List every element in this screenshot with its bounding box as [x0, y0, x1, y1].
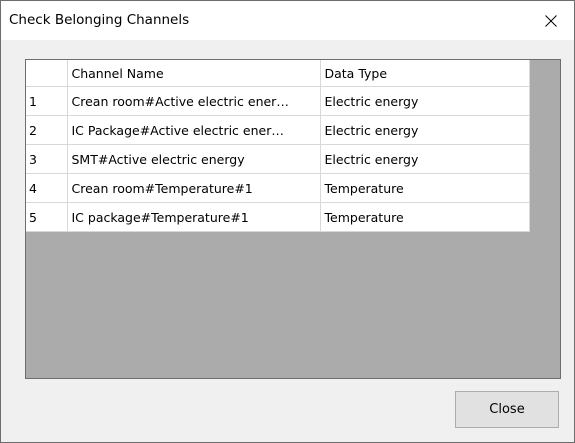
table-row[interactable]: 4 Crean room#Temperature#1 Temperature	[26, 173, 530, 203]
row-index: 3	[26, 144, 68, 174]
close-icon	[545, 14, 557, 27]
table-row[interactable]: 1 Crean room#Active electric ener… Elect…	[26, 86, 530, 116]
channels-grid[interactable]: Channel Name Data Type 1 Crean room#Acti…	[25, 59, 561, 379]
cell-channel-name[interactable]: IC Package#Active electric ener…	[67, 115, 321, 145]
cell-data-type[interactable]: Electric energy	[320, 86, 530, 116]
close-button[interactable]: Close	[455, 391, 559, 428]
title-bar: Check Belonging Channels	[1, 1, 574, 40]
cell-data-type[interactable]: Temperature	[320, 173, 530, 203]
cell-data-type[interactable]: Electric energy	[320, 144, 530, 174]
column-header-index[interactable]	[26, 60, 68, 87]
table-row[interactable]: 5 IC package#Temperature#1 Temperature	[26, 202, 530, 232]
row-index: 1	[26, 86, 68, 116]
row-index: 2	[26, 115, 68, 145]
cell-data-type[interactable]: Electric energy	[320, 115, 530, 145]
window-close-button[interactable]	[528, 1, 574, 40]
cell-channel-name[interactable]: SMT#Active electric energy	[67, 144, 321, 174]
cell-data-type[interactable]: Temperature	[320, 202, 530, 232]
row-index: 4	[26, 173, 68, 203]
table-header-row: Channel Name Data Type	[26, 60, 530, 87]
column-header-channel-name[interactable]: Channel Name	[67, 60, 321, 87]
dialog-title: Check Belonging Channels	[9, 12, 190, 28]
table-row[interactable]: 3 SMT#Active electric energy Electric en…	[26, 144, 530, 174]
dialog-window: Check Belonging Channels Channel Name Da…	[0, 0, 575, 443]
cell-channel-name[interactable]: Crean room#Active electric ener…	[67, 86, 321, 116]
channels-table: Channel Name Data Type 1 Crean room#Acti…	[26, 60, 530, 232]
row-index: 5	[26, 202, 68, 232]
column-header-data-type[interactable]: Data Type	[320, 60, 530, 87]
cell-channel-name[interactable]: Crean room#Temperature#1	[67, 173, 321, 203]
table-row[interactable]: 2 IC Package#Active electric ener… Elect…	[26, 115, 530, 145]
cell-channel-name[interactable]: IC package#Temperature#1	[67, 202, 321, 232]
